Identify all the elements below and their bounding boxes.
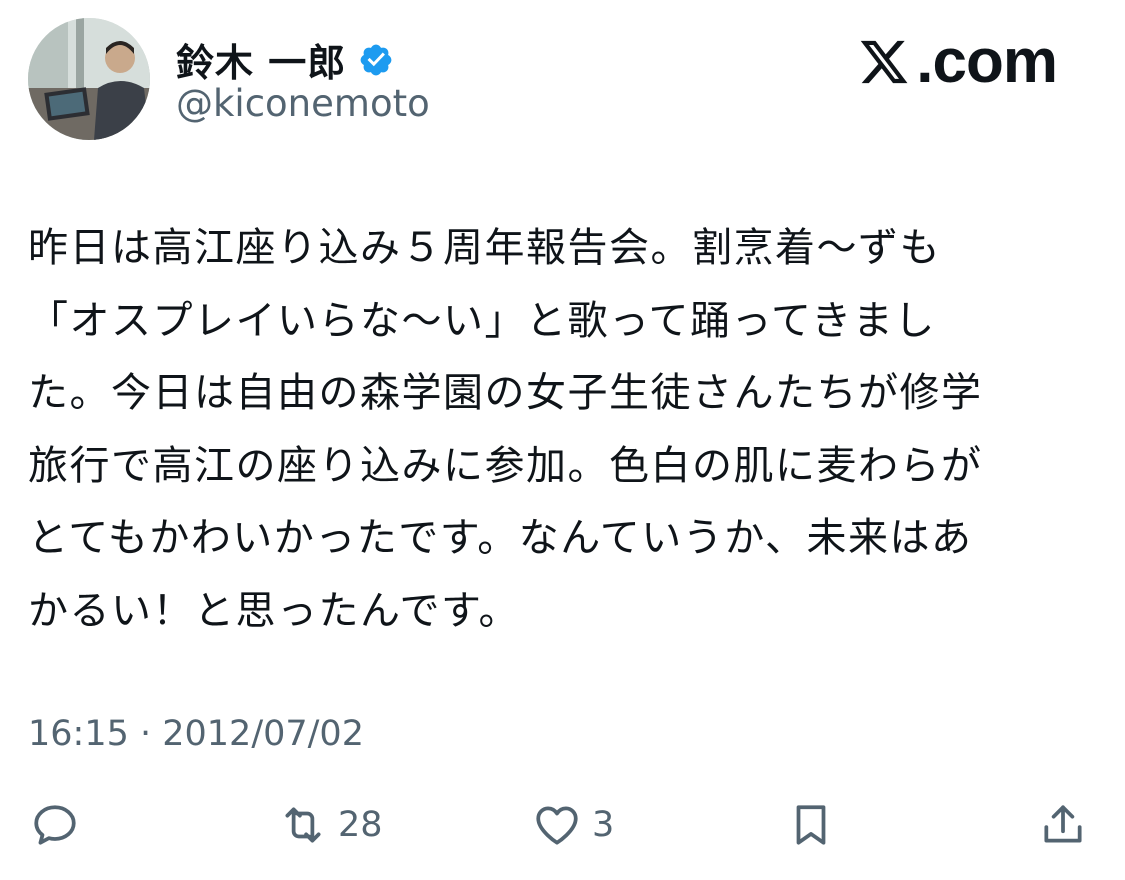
retweet-icon — [285, 807, 321, 843]
brand-logo: .com — [858, 26, 1058, 97]
tweet-card: 鈴木 一郎 @kiconemoto .com 昨日は高江座り込み５周年報告会。割… — [0, 0, 1125, 880]
verified-badge-icon — [358, 42, 394, 78]
retweet-count: 28 — [338, 805, 383, 845]
avatar-photo — [28, 18, 150, 140]
tweet-text: 昨日は高江座り込み５周年報告会。割烹着〜ずも 「オスプレイいらな〜い」と歌って踊… — [28, 225, 983, 634]
bookmark-icon — [796, 805, 826, 845]
action-bar: 28 3 — [0, 790, 1125, 860]
avatar[interactable] — [28, 18, 150, 140]
user-handle[interactable]: @kiconemoto — [176, 82, 430, 125]
display-name[interactable]: 鈴木 一郎 — [176, 32, 346, 87]
share-icon — [1044, 805, 1082, 843]
bookmark-button[interactable] — [786, 790, 836, 860]
retweet-button[interactable]: 28 — [278, 790, 383, 860]
x-logo-icon — [860, 40, 908, 83]
like-count: 3 — [592, 805, 615, 845]
heart-icon — [536, 806, 578, 845]
share-button[interactable] — [1038, 790, 1088, 860]
brand-text: .com — [916, 27, 1058, 96]
tweet-timestamp[interactable]: 16:15 · 2012/07/02 — [28, 714, 364, 754]
like-button[interactable]: 3 — [532, 790, 614, 860]
reply-icon — [34, 805, 76, 845]
reply-button[interactable] — [30, 790, 80, 860]
name-row: 鈴木 一郎 — [176, 32, 394, 87]
